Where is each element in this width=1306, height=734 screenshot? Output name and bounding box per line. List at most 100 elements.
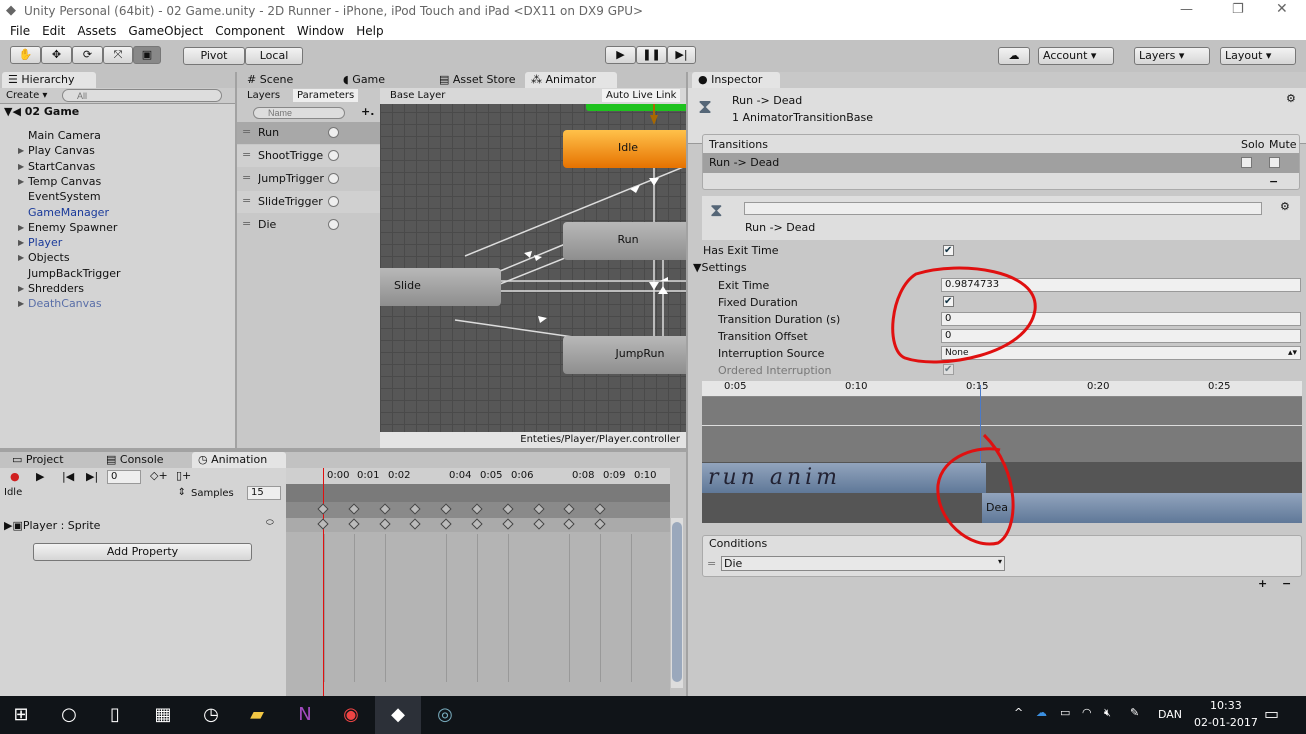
tab-hierarchy[interactable]: ☰ Hierarchy [2,72,96,88]
tab-asset-store[interactable]: ▤ Asset Store [433,72,525,88]
chrome-icon[interactable]: ◉ [336,700,366,730]
drag-handle-icon[interactable]: = [242,194,251,207]
parameter-toggle[interactable] [328,196,339,207]
drag-handle-icon[interactable]: = [242,148,251,161]
animator-graph[interactable]: Base Layer Auto Live Link Idle Run Slide… [380,88,686,448]
hierarchy-item[interactable]: Shredders [28,281,84,296]
minimize-button[interactable]: — [1180,2,1193,17]
tab-animator[interactable]: ⁂ Animator [525,72,617,88]
maximize-button[interactable]: ❐ [1232,2,1244,17]
transition-name-field[interactable] [744,202,1262,215]
scale-tool-button[interactable]: ⤧ [103,46,133,64]
expand-arrow-icon[interactable]: ▶ [18,299,24,308]
hierarchy-item[interactable]: Play Canvas [28,143,95,158]
state-run[interactable]: Run [563,222,686,260]
dopesheet-scrollbar[interactable] [671,518,683,688]
hierarchy-search-input[interactable] [62,89,222,102]
layers-dropdown[interactable]: Layers ▾ [1134,47,1210,65]
hierarchy-item[interactable]: StartCanvas [28,159,95,174]
samples-field[interactable]: 15 [247,486,281,500]
hierarchy-item[interactable]: Player [28,235,62,250]
tab-console[interactable]: ▤ Console [100,452,190,468]
anim-play-button[interactable]: ▶ [36,470,44,483]
expand-arrow-icon[interactable]: ▶ [18,253,24,262]
menu-gameobject[interactable]: GameObject [128,24,203,38]
local-button[interactable]: Local [245,47,303,65]
onedrive-icon[interactable]: ☁ [1036,706,1047,719]
menu-assets[interactable]: Assets [77,24,116,38]
next-keyframe-button[interactable]: ▶| [86,470,98,483]
clock-time[interactable]: 10:33 [1210,699,1242,712]
task-view-icon[interactable]: ▯ [100,700,130,730]
add-keyframe-button[interactable]: ◇+ [150,469,168,482]
settings-foldout[interactable]: ▼Settings [693,261,747,274]
clock-date[interactable]: 02-01-2017 [1194,716,1258,729]
cloud-icon[interactable]: ☁ [998,47,1030,65]
expand-arrow-icon[interactable]: ▶ [18,238,24,247]
pen-icon[interactable]: ✎ [1130,706,1139,719]
add-parameter-button[interactable]: +. [361,105,374,118]
has-exit-time-checkbox[interactable]: ✔ [943,245,954,256]
windows-start-icon[interactable]: ⊞ [6,700,36,730]
remove-condition-button[interactable]: − [1282,577,1291,590]
hierarchy-item[interactable]: EventSystem [28,189,101,204]
clock-app-icon[interactable]: ◷ [196,700,226,730]
onenote-icon[interactable]: N [290,700,320,730]
account-dropdown[interactable]: Account ▾ [1038,47,1114,65]
expand-arrow-icon[interactable]: ▶ [18,223,24,232]
step-button[interactable]: ▶| [667,46,696,64]
tab-inspector[interactable]: ● Inspector [692,72,780,88]
frame-field[interactable]: 0 [107,470,141,484]
prev-keyframe-button[interactable]: |◀ [62,470,74,483]
create-dropdown[interactable]: Create ▾ [6,90,47,101]
add-condition-button[interactable]: + [1258,577,1267,590]
parameter-search-input[interactable] [253,107,345,119]
track-player-sprite[interactable]: ▶▣Player : Sprite [4,519,100,532]
state-jumprun[interactable]: JumpRun [563,336,686,374]
parameter-row[interactable]: = JumpTrigger [237,168,380,190]
expand-arrow-icon[interactable]: ▶ [18,146,24,155]
menu-file[interactable]: File [10,24,30,38]
track-options-icon[interactable]: ⬭ [266,518,274,528]
clip-dropdown[interactable]: Idle ⇕ [4,487,186,501]
menu-edit[interactable]: Edit [42,24,65,38]
remove-transition-button[interactable]: − [1269,175,1278,188]
add-event-button[interactable]: ▯+ [176,469,191,482]
settings-gear-icon[interactable]: ⚙ [1280,200,1290,213]
state-idle[interactable]: Idle [563,130,686,168]
menu-help[interactable]: Help [356,24,383,38]
hierarchy-item[interactable]: GameManager [28,205,109,220]
menu-window[interactable]: Window [297,24,344,38]
drag-handle-icon[interactable]: = [707,557,716,570]
drag-handle-icon[interactable]: = [242,171,251,184]
app-icon[interactable]: ◎ [430,700,460,730]
parameter-toggle[interactable] [328,219,339,230]
volume-muted-icon[interactable]: 🔇︎ [1104,706,1111,720]
rotate-tool-button[interactable]: ⟳ [72,46,103,64]
solo-checkbox[interactable] [1241,157,1252,168]
record-button[interactable]: ● [10,470,20,483]
mute-checkbox[interactable] [1269,157,1280,168]
tray-chevron-icon[interactable]: ^ [1014,706,1023,719]
battery-icon[interactable]: ▭ [1060,706,1070,719]
parameter-toggle[interactable] [328,173,339,184]
hierarchy-item[interactable]: Main Camera [28,128,101,143]
parameter-row[interactable]: = Run [237,122,380,144]
parameter-row[interactable]: = Die [237,214,380,236]
drag-handle-icon[interactable]: = [242,125,251,138]
hierarchy-item[interactable]: JumpBackTrigger [28,266,121,281]
hand-tool-button[interactable]: ✋ [10,46,41,64]
move-tool-button[interactable]: ✥ [41,46,72,64]
hierarchy-item[interactable]: Objects [28,250,70,265]
calculator-icon[interactable]: ▦ [148,700,178,730]
expand-arrow-icon[interactable]: ▶ [18,177,24,186]
file-explorer-icon[interactable]: ▰ [242,700,272,730]
state-slide[interactable]: Slide [380,268,501,306]
play-button[interactable]: ▶ [605,46,636,64]
layers-tab[interactable]: Layers [247,90,280,101]
expand-arrow-icon[interactable]: ▶ [18,284,24,293]
dopesheet-body[interactable] [286,532,670,696]
parameter-row[interactable]: = ShootTrigge [237,145,380,167]
search-icon[interactable]: ○ [54,700,84,730]
parameter-toggle[interactable] [328,150,339,161]
